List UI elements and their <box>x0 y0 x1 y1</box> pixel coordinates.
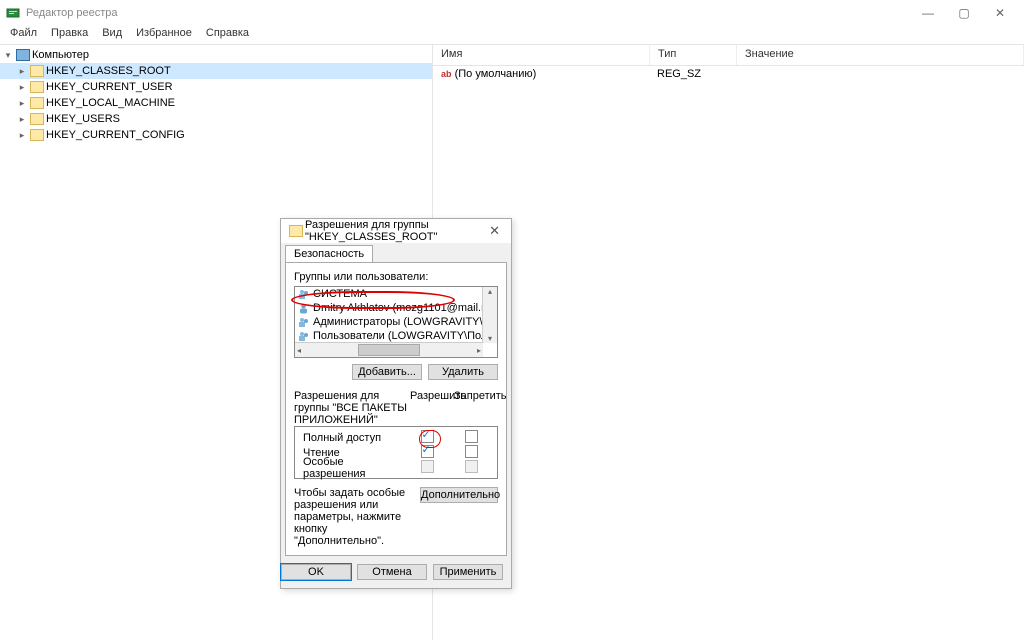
menu-bar: Файл Правка Вид Избранное Справка <box>0 26 1024 44</box>
user-item-owner[interactable]: Dmitry Akhlatov (mozg1101@mail.ru) <box>295 301 497 315</box>
tree-node-hku[interactable]: ▸ HKEY_USERS <box>0 111 432 127</box>
dialog-title: Разрешения для группы "HKEY_CLASSES_ROOT… <box>305 219 484 243</box>
tree-node-hkcc[interactable]: ▸ HKEY_CURRENT_CONFIG <box>0 127 432 143</box>
menu-file[interactable]: Файл <box>4 26 43 44</box>
groups-users-label: Группы или пользователи: <box>294 271 498 283</box>
read-deny-checkbox[interactable] <box>465 445 478 458</box>
full-allow-checkbox[interactable] <box>421 430 434 443</box>
cell-name: ab (По умолчанию) <box>433 66 649 84</box>
group-icon <box>298 289 309 300</box>
dialog-titlebar[interactable]: Разрешения для группы "HKEY_CLASSES_ROOT… <box>281 219 511 243</box>
menu-help[interactable]: Справка <box>200 26 255 44</box>
users-scrollbar-vertical[interactable]: ▴▾ <box>482 287 497 343</box>
read-allow-checkbox[interactable] <box>421 445 434 458</box>
expand-icon[interactable]: ▸ <box>16 114 28 125</box>
dialog-button-row: OK Отмена Применить <box>281 556 511 588</box>
folder-icon <box>289 225 303 237</box>
app-icon <box>6 6 20 20</box>
folder-icon <box>30 97 44 109</box>
menu-edit[interactable]: Правка <box>45 26 94 44</box>
tab-strip: Безопасность <box>281 243 511 262</box>
value-list: Имя Тип Значение ab (По умолчанию) REG_S… <box>433 45 1024 640</box>
perm-row-full: Полный доступ <box>299 430 493 445</box>
content-split: ▾ Компьютер ▸ HKEY_CLASSES_ROOT ▸ HKEY_C… <box>0 44 1024 640</box>
scroll-left-icon[interactable]: ◂ <box>297 346 301 355</box>
scroll-down-icon[interactable]: ▾ <box>488 334 492 343</box>
user-label: Пользователи (LOWGRAVITY\Пользователи) <box>313 330 497 342</box>
dialog-close-button[interactable]: ✕ <box>484 223 505 239</box>
tree-label: HKEY_CURRENT_USER <box>46 81 173 93</box>
string-icon: ab <box>441 69 452 79</box>
tree-label: Компьютер <box>32 49 89 61</box>
scroll-thumb[interactable] <box>358 344 420 356</box>
expand-icon[interactable]: ▸ <box>16 130 28 141</box>
group-icon <box>298 331 309 342</box>
scroll-up-icon[interactable]: ▴ <box>488 287 492 296</box>
user-item-system[interactable]: СИСТЕМА <box>295 287 497 301</box>
window-titlebar: Редактор реестра — ▢ ✕ <box>0 0 1024 26</box>
tree-node-hkcr[interactable]: ▸ HKEY_CLASSES_ROOT <box>0 63 432 79</box>
permissions-for-label: Разрешения для группы "ВСЕ ПАКЕТЫ ПРИЛОЖ… <box>294 390 410 426</box>
perm-row-special: Особые разрешения <box>299 460 493 475</box>
user-label: Dmitry Akhlatov (mozg1101@mail.ru) <box>313 302 495 314</box>
folder-icon <box>30 113 44 125</box>
deny-header: Запретить <box>454 390 498 426</box>
cell-value <box>735 66 1024 84</box>
collapse-icon[interactable]: ▾ <box>2 50 14 61</box>
user-label: Администраторы (LOWGRAVITY\Администратор… <box>313 316 497 328</box>
users-scrollbar-horizontal[interactable]: ◂▸ <box>295 342 483 357</box>
window-title: Редактор реестра <box>26 7 118 19</box>
advanced-hint: Чтобы задать особые разрешения или парам… <box>294 487 412 547</box>
permissions-dialog: Разрешения для группы "HKEY_CLASSES_ROOT… <box>280 218 512 589</box>
folder-icon <box>30 81 44 93</box>
folder-icon <box>30 65 44 77</box>
tree-label: HKEY_CLASSES_ROOT <box>46 65 171 77</box>
list-row-default[interactable]: ab (По умолчанию) REG_SZ <box>433 66 1024 84</box>
user-item-admins[interactable]: Администраторы (LOWGRAVITY\Администратор… <box>295 315 497 329</box>
computer-icon <box>16 49 30 61</box>
user-label: СИСТЕМА <box>313 288 367 300</box>
allow-header: Разрешить <box>410 390 454 426</box>
column-type[interactable]: Тип <box>650 45 737 65</box>
tree-node-hkcu[interactable]: ▸ HKEY_CURRENT_USER <box>0 79 432 95</box>
remove-button[interactable]: Удалить <box>428 364 498 380</box>
menu-favorites[interactable]: Избранное <box>130 26 198 44</box>
special-allow-checkbox <box>421 460 434 473</box>
add-button[interactable]: Добавить... <box>352 364 422 380</box>
perm-label: Полный доступ <box>299 432 405 444</box>
cell-text: (По умолчанию) <box>455 68 537 80</box>
users-listbox[interactable]: СИСТЕМА Dmitry Akhlatov (mozg1101@mail.r… <box>294 286 498 358</box>
expand-icon[interactable]: ▸ <box>16 82 28 93</box>
tree-node-computer[interactable]: ▾ Компьютер <box>0 47 432 63</box>
cell-type: REG_SZ <box>649 66 735 84</box>
tree-label: HKEY_LOCAL_MACHINE <box>46 97 175 109</box>
expand-icon[interactable]: ▸ <box>16 66 28 77</box>
folder-icon <box>30 129 44 141</box>
permissions-list: Полный доступ Чтение Особые разрешения <box>294 426 498 479</box>
expand-icon[interactable]: ▸ <box>16 98 28 109</box>
cancel-button[interactable]: Отмена <box>357 564 427 580</box>
group-icon <box>298 317 309 328</box>
full-deny-checkbox[interactable] <box>465 430 478 443</box>
tree-label: HKEY_USERS <box>46 113 120 125</box>
user-item-users[interactable]: Пользователи (LOWGRAVITY\Пользователи) <box>295 329 497 343</box>
window-close-button[interactable]: ✕ <box>982 3 1018 23</box>
tab-security[interactable]: Безопасность <box>285 245 373 262</box>
list-header: Имя Тип Значение <box>433 45 1024 66</box>
apply-button[interactable]: Применить <box>433 564 503 580</box>
person-icon <box>298 303 309 314</box>
column-name[interactable]: Имя <box>433 45 650 65</box>
advanced-button[interactable]: Дополнительно <box>420 487 498 503</box>
perm-label: Особые разрешения <box>299 456 405 480</box>
scroll-right-icon[interactable]: ▸ <box>477 346 481 355</box>
window-minimize-button[interactable]: — <box>910 3 946 23</box>
tab-body-security: Группы или пользователи: СИСТЕМА Dmitry … <box>285 262 507 556</box>
window-maximize-button[interactable]: ▢ <box>946 3 982 23</box>
ok-button[interactable]: OK <box>281 564 351 580</box>
column-value[interactable]: Значение <box>737 45 1024 65</box>
menu-view[interactable]: Вид <box>96 26 128 44</box>
special-deny-checkbox <box>465 460 478 473</box>
tree-node-hklm[interactable]: ▸ HKEY_LOCAL_MACHINE <box>0 95 432 111</box>
tree-label: HKEY_CURRENT_CONFIG <box>46 129 185 141</box>
